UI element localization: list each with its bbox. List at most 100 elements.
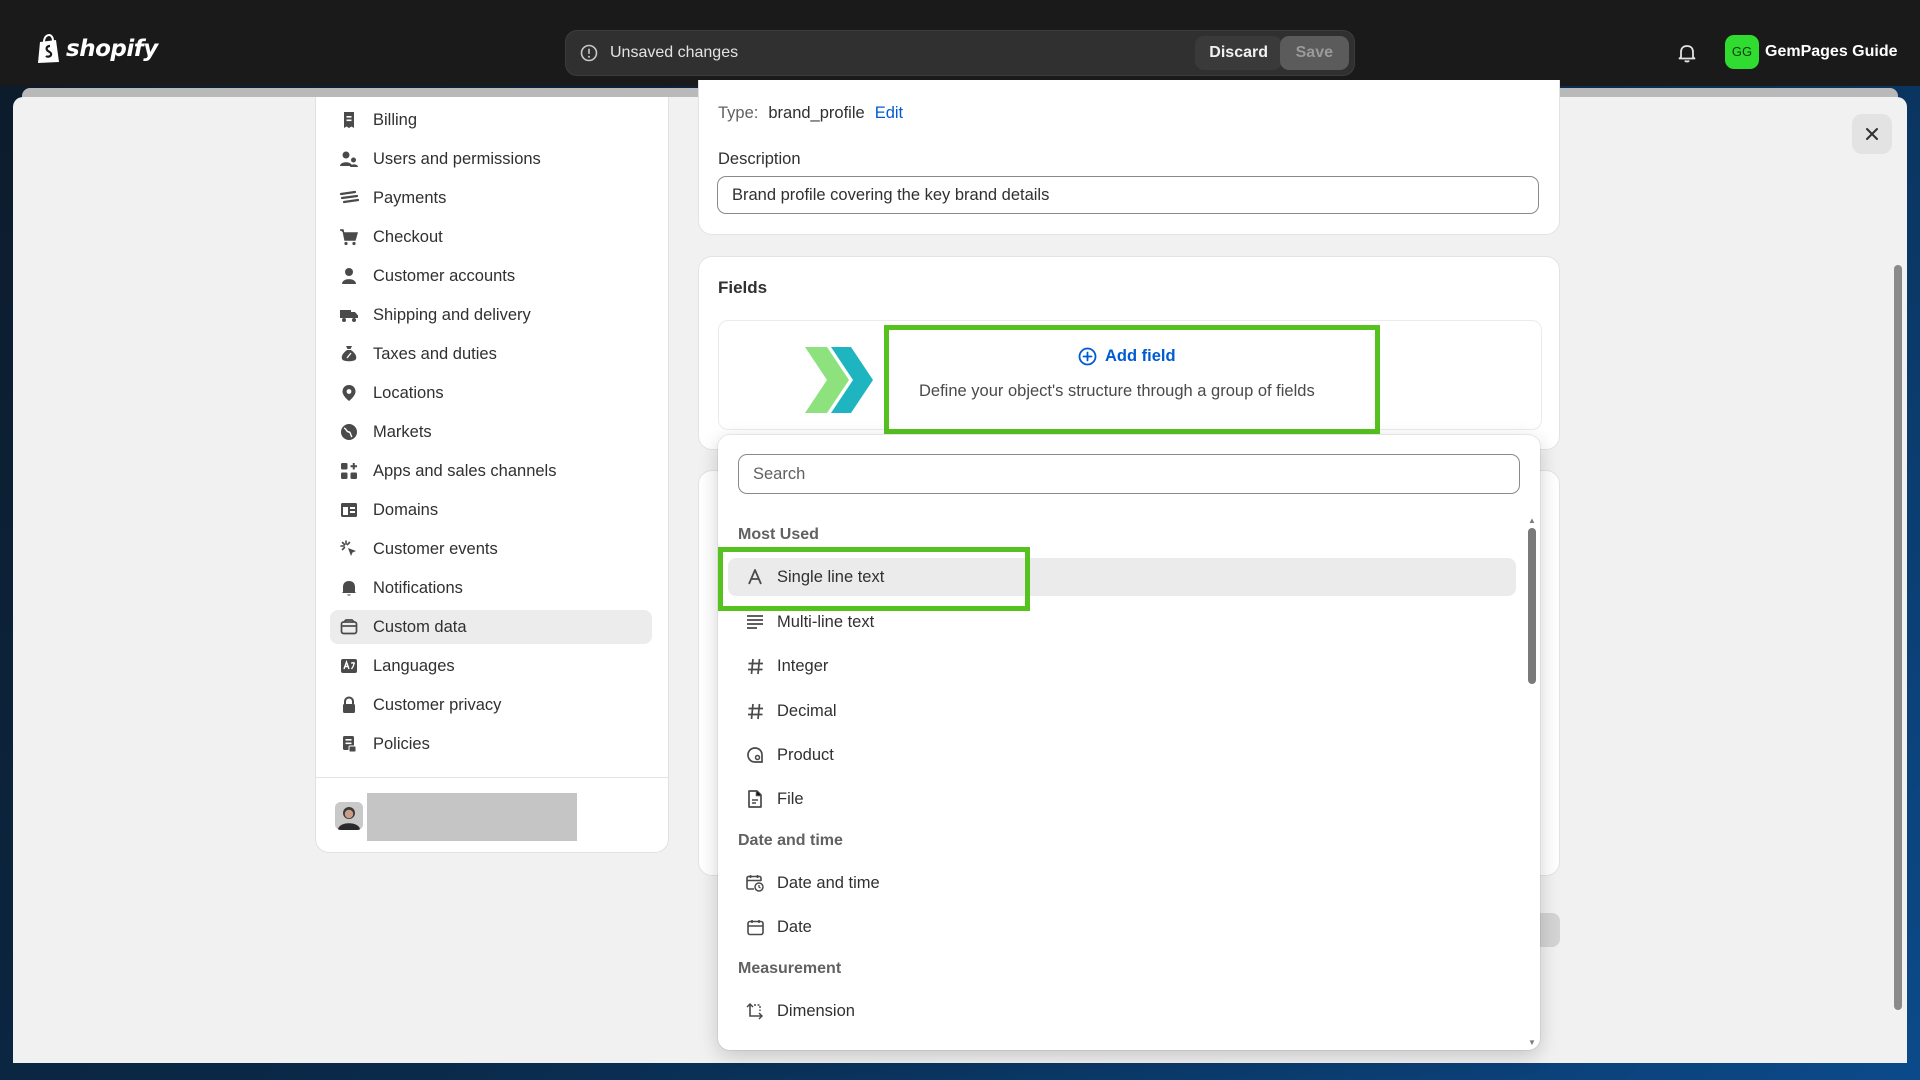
unsaved-changes-text: Unsaved changes	[610, 44, 739, 61]
option-label: Product	[777, 745, 834, 764]
sidebar-item-users-and-permissions[interactable]: Users and permissions	[330, 142, 652, 176]
sidebar-item-languages[interactable]: Languages	[330, 649, 652, 683]
dropdown-scroll-up-icon[interactable]: ▲	[1528, 516, 1536, 525]
sidebar-item-notifications[interactable]: Notifications	[330, 571, 652, 605]
sidebar-item-label: Customer privacy	[373, 695, 502, 714]
description-label: Description	[718, 150, 801, 168]
sidebar-item-label: Custom data	[373, 617, 467, 636]
calendar-icon	[745, 917, 765, 937]
product-tag-icon	[745, 745, 765, 765]
account-menu[interactable]: GG GemPages Guide	[1725, 35, 1898, 69]
option-label: Date and time	[777, 873, 880, 892]
sidebar-item-shipping-and-delivery[interactable]: Shipping and delivery	[330, 298, 652, 332]
sidebar-divider	[316, 777, 668, 778]
group-title-date-and-time: Date and time	[738, 832, 843, 849]
type-label: Type:	[718, 104, 759, 122]
option-label: File	[777, 789, 804, 808]
bell-icon	[339, 578, 359, 598]
option-label: Date	[777, 917, 812, 936]
sidebar-item-label: Locations	[373, 383, 444, 402]
policy-icon	[339, 734, 359, 754]
single-line-text-highlight-box	[718, 547, 1030, 611]
shopify-logo[interactable]: shopify	[36, 34, 158, 64]
double-chevron-logo-icon	[805, 347, 873, 413]
user-avatar[interactable]	[335, 802, 363, 830]
file-icon	[745, 789, 765, 809]
save-button[interactable]: Save	[1279, 36, 1349, 70]
sidebar-item-locations[interactable]: Locations	[330, 376, 652, 410]
option-decimal[interactable]: Decimal	[728, 692, 1516, 730]
cart-icon	[339, 227, 359, 247]
option-date-and-time[interactable]: Date and time	[728, 864, 1516, 902]
shopify-bag-icon	[38, 34, 59, 63]
brand-name: shopify	[66, 36, 158, 62]
alert-circle-icon	[580, 44, 598, 62]
field-type-search-input[interactable]	[738, 454, 1520, 494]
option-label: Integer	[777, 656, 829, 675]
option-date[interactable]: Date	[728, 908, 1516, 946]
type-row: Type: brand_profile Edit	[718, 104, 903, 123]
redacted-user-info	[367, 793, 577, 841]
sidebar-item-label: Payments	[373, 188, 447, 207]
multiline-icon	[745, 612, 765, 632]
notifications-bell-icon[interactable]	[1676, 42, 1698, 64]
sidebar-item-apps-and-sales-channels[interactable]: Apps and sales channels	[330, 454, 652, 488]
apps-icon	[339, 461, 359, 481]
domain-icon	[339, 500, 359, 520]
sidebar-item-label: Markets	[373, 422, 432, 441]
cursor-click-icon	[339, 539, 359, 559]
group-title-most-used: Most Used	[738, 526, 819, 543]
sidebar-item-label: Users and permissions	[373, 149, 541, 168]
dimension-icon	[745, 1001, 765, 1021]
sidebar-item-markets[interactable]: Markets	[330, 415, 652, 449]
sidebar-item-customer-events[interactable]: Customer events	[330, 532, 652, 566]
sidebar-item-customer-privacy[interactable]: Customer privacy	[330, 688, 652, 722]
close-button[interactable]	[1852, 114, 1892, 154]
sidebar-item-payments[interactable]: Payments	[330, 181, 652, 215]
sidebar-item-custom-data[interactable]: Custom data	[330, 610, 652, 644]
unsaved-changes-bar: Unsaved changes Discard Save	[565, 30, 1355, 76]
truck-icon	[339, 305, 359, 325]
sidebar-item-customer-accounts[interactable]: Customer accounts	[330, 259, 652, 293]
option-label: Dimension	[777, 1001, 855, 1020]
hash-icon	[745, 701, 765, 721]
user-avatar-icon	[335, 802, 363, 830]
users-icon	[339, 149, 359, 169]
close-icon	[1866, 128, 1878, 140]
sidebar-item-checkout[interactable]: Checkout	[330, 220, 652, 254]
group-title-measurement: Measurement	[738, 960, 842, 977]
sidebar-item-label: Notifications	[373, 578, 463, 597]
discard-button[interactable]: Discard	[1195, 36, 1282, 70]
account-avatar: GG	[1725, 35, 1759, 69]
sidebar-item-label: Domains	[373, 500, 439, 519]
option-label: Decimal	[777, 701, 837, 720]
page-scrollbar[interactable]	[1894, 265, 1902, 1010]
sidebar-item-label: Policies	[373, 734, 430, 753]
calendar-clock-icon	[745, 873, 765, 893]
option-file[interactable]: File	[728, 780, 1516, 818]
add-field-highlight-box	[884, 325, 1380, 434]
option-integer[interactable]: Integer	[728, 647, 1516, 685]
hash-icon	[745, 656, 765, 676]
option-dimension[interactable]: Dimension	[728, 992, 1516, 1030]
dropdown-scrollbar-thumb[interactable]	[1528, 528, 1536, 684]
sidebar-item-label: Shipping and delivery	[373, 305, 531, 324]
tax-icon	[339, 344, 359, 364]
description-input[interactable]	[717, 176, 1539, 214]
sidebar-item-label: Apps and sales channels	[373, 461, 557, 480]
option-label: Multi-line text	[777, 612, 875, 631]
sidebar-item-domains[interactable]: Domains	[330, 493, 652, 527]
sidebar-item-policies[interactable]: Policies	[330, 727, 652, 761]
person-icon	[339, 266, 359, 286]
fields-title: Fields	[718, 278, 768, 297]
language-icon	[339, 656, 359, 676]
dropdown-scroll-down-icon[interactable]: ▼	[1528, 1038, 1536, 1047]
sidebar-item-billing[interactable]: Billing	[330, 103, 652, 137]
settings-sidebar: Billing Users and permissions Payments C…	[315, 97, 669, 853]
option-product[interactable]: Product	[728, 736, 1516, 774]
account-name: GemPages Guide	[1765, 43, 1898, 60]
sidebar-item-label: Customer accounts	[373, 266, 516, 285]
sidebar-item-taxes-and-duties[interactable]: Taxes and duties	[330, 337, 652, 371]
edit-type-link[interactable]: Edit	[875, 104, 903, 123]
sidebar-item-label: Customer events	[373, 539, 498, 558]
